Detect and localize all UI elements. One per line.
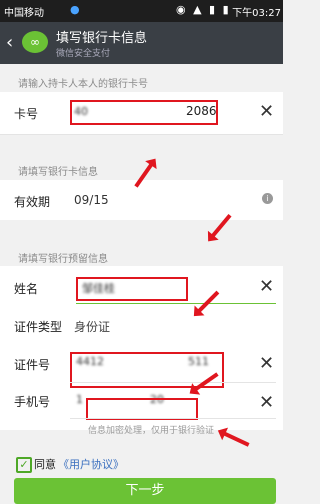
clear-name-icon[interactable]: ✕	[259, 276, 274, 297]
wechat-logo-icon: ∞	[22, 31, 48, 53]
clear-phone-icon[interactable]: ✕	[259, 392, 274, 413]
encryption-hint: 信息加密处理，仅用于银行验证	[88, 426, 215, 436]
info-icon[interactable]: i	[262, 193, 273, 204]
status-time: 下午03:27	[232, 8, 281, 19]
reserved-section-label: 请填写银行预留信息	[18, 254, 108, 265]
annotation-box-card	[70, 100, 218, 125]
phone-label: 手机号	[14, 395, 51, 409]
page-title: 填写银行卡信息	[56, 31, 148, 46]
name-label: 姓名	[14, 282, 39, 296]
card-number-label: 卡号	[14, 107, 39, 121]
clear-id-icon[interactable]: ✕	[259, 353, 274, 374]
id-number-label: 证件号	[14, 358, 51, 372]
page-subtitle: 微信安全支付	[56, 49, 111, 59]
phone-start[interactable]: 1	[76, 393, 83, 406]
agree-label: 同意	[34, 458, 56, 471]
card-section-label: 请输入持卡人本人的银行卡号	[18, 79, 148, 90]
carrier-label: 中国移动	[4, 8, 44, 19]
qq-icon: ●	[70, 3, 80, 16]
validity-value[interactable]: 09/15	[74, 193, 109, 207]
name-focus-underline	[76, 303, 276, 304]
id-type-value[interactable]: 身份证	[74, 318, 110, 335]
divider	[70, 418, 276, 419]
next-button[interactable]: 下一步	[14, 478, 276, 504]
annotation-box-phone	[86, 398, 198, 420]
back-icon[interactable]: ‹	[6, 32, 13, 53]
divider	[0, 134, 283, 135]
divider	[70, 382, 276, 383]
validity-section-label: 请填写银行卡信息	[18, 167, 98, 178]
title-bar: ‹ ∞ 填写银行卡信息 微信安全支付	[0, 22, 283, 64]
id-type-label: 证件类型	[14, 320, 63, 334]
agree-checkbox[interactable]: ✓	[16, 457, 32, 473]
clear-card-icon[interactable]: ✕	[259, 101, 274, 122]
annotation-arrow	[222, 431, 250, 447]
user-agreement-link[interactable]: 《用户协议》	[58, 456, 124, 472]
status-icons: ◉ ▲ ▮ ▮	[176, 3, 231, 16]
validity-label: 有效期	[14, 195, 51, 209]
annotation-box-name	[76, 277, 188, 301]
status-bar: 中国移动 ● ◉ ▲ ▮ ▮ 下午03:27	[0, 0, 283, 22]
